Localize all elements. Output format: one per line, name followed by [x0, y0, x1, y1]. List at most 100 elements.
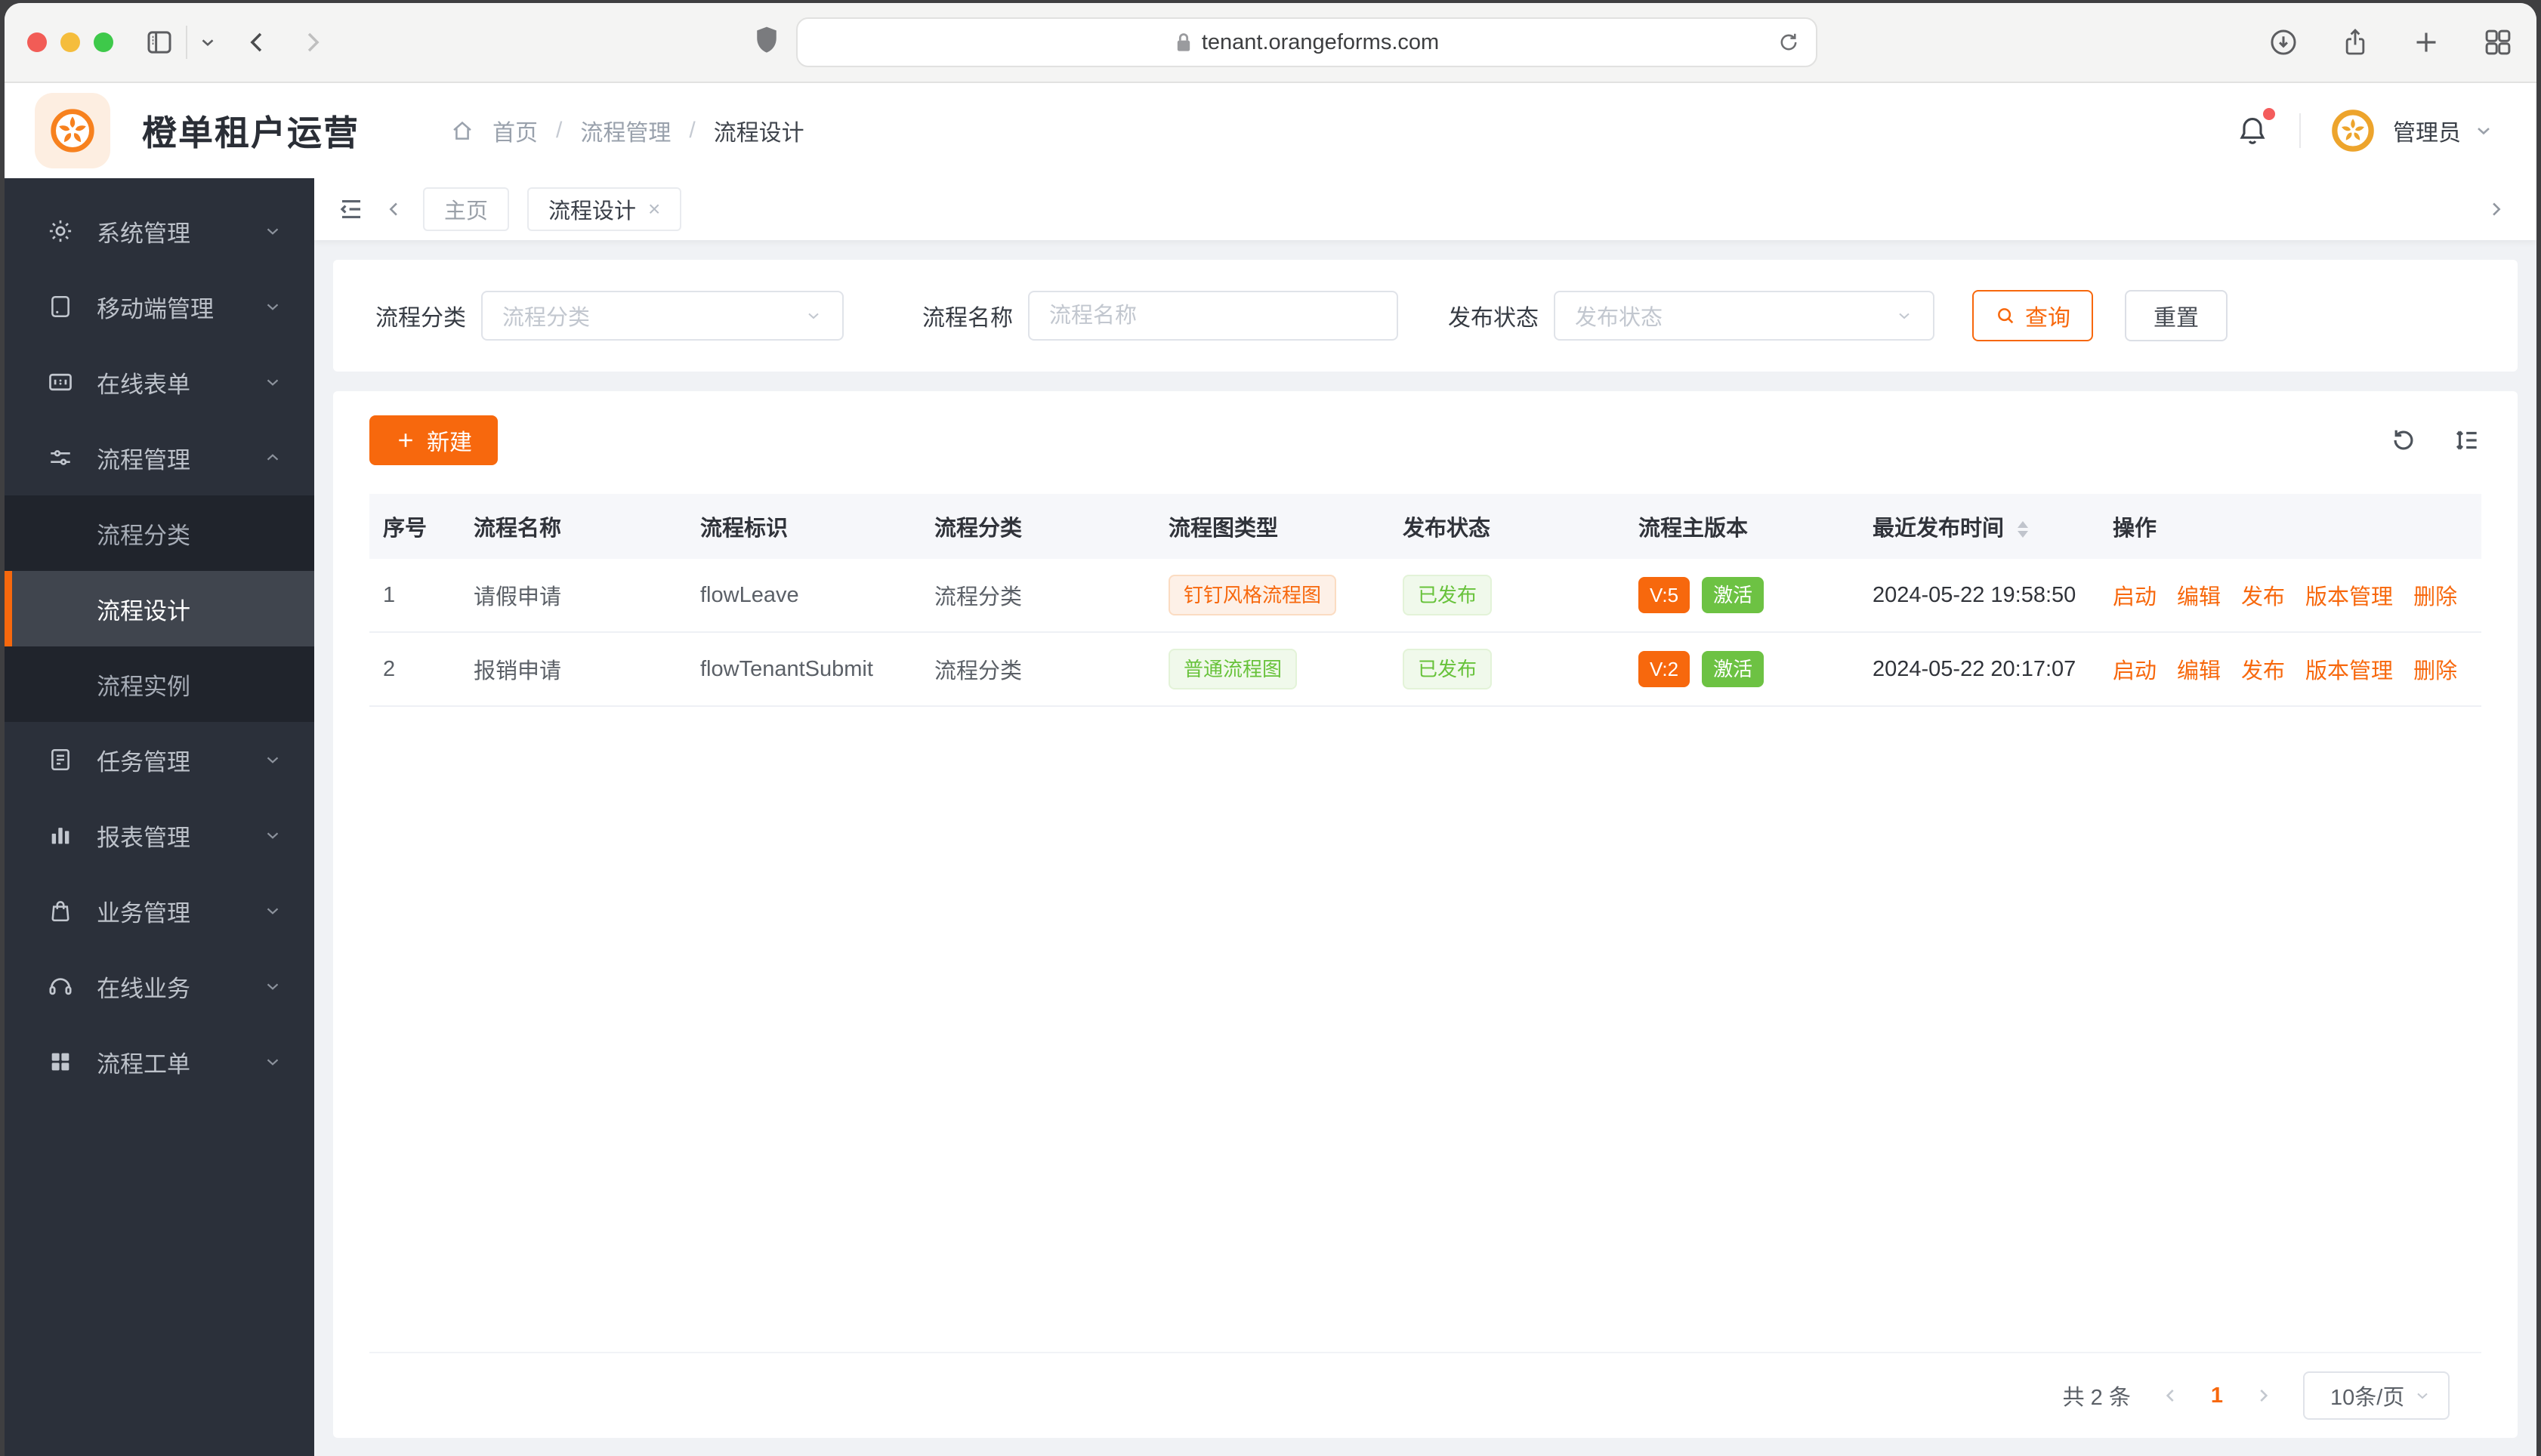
column-header: 流程主版本 [1638, 517, 1749, 541]
edit-action-link[interactable]: 编辑 [2177, 579, 2221, 611]
user-avatar[interactable] [2331, 109, 2375, 153]
tab-overview-icon[interactable] [2482, 26, 2514, 58]
sidebar-item-flow-category[interactable]: 流程分类 [5, 495, 314, 571]
prev-page-icon[interactable] [2161, 1386, 2181, 1405]
status-select[interactable]: 发布状态 [1554, 291, 1934, 341]
sidebar-item-system[interactable]: 系统管理 [5, 193, 314, 269]
plus-icon [395, 430, 416, 451]
headset-icon [47, 973, 74, 1000]
downloads-icon[interactable] [2268, 26, 2299, 58]
new-tab-icon[interactable] [2411, 27, 2441, 57]
chevron-down-icon [263, 297, 283, 316]
category-select[interactable]: 流程分类 [481, 291, 844, 341]
browser-toolbar: tenant.orangeforms.com [5, 3, 2536, 83]
next-page-icon[interactable] [2253, 1386, 2273, 1405]
table-empty-space [369, 707, 2481, 1352]
close-tab-icon[interactable]: × [648, 199, 660, 220]
query-button[interactable]: 查询 [1972, 290, 2093, 341]
sidebar-item-business[interactable]: 业务管理 [5, 873, 314, 949]
publish-action-link[interactable]: 发布 [2241, 653, 2285, 685]
delete-action-link[interactable]: 删除 [2413, 653, 2457, 685]
tab-scroll-right-icon[interactable] [2485, 199, 2506, 220]
sidebar-item-label: 移动端管理 [97, 295, 214, 322]
total-count: 共 2 条 [2062, 1386, 2131, 1410]
app-logo [35, 93, 110, 168]
version-manage-action-link[interactable]: 版本管理 [2305, 653, 2393, 685]
chevron-down-icon [263, 825, 283, 845]
tab-scroll-left-icon[interactable] [384, 199, 405, 220]
publish-action-link[interactable]: 发布 [2241, 579, 2285, 611]
chevron-up-icon [263, 448, 283, 467]
user-name[interactable]: 管理员 [2393, 114, 2461, 147]
page-size-select[interactable]: 10条/页 [2303, 1371, 2450, 1420]
sidebar-item-label: 在线业务 [97, 975, 190, 1002]
sidebar-item-task[interactable]: 任务管理 [5, 722, 314, 797]
zoom-window-button[interactable] [94, 32, 113, 52]
filter-name-label: 流程名称 [922, 306, 1013, 331]
app-header: 橙单租户运营 首页 / 流程管理 / 流程设计 管理员 [5, 83, 2536, 178]
sidebar-item-label: 在线表单 [97, 371, 190, 398]
bar-chart-icon [47, 822, 74, 849]
sidebar-item-online-form[interactable]: 在线表单 [5, 344, 314, 420]
breadcrumb-separator: / [556, 118, 563, 143]
forward-button[interactable] [298, 28, 326, 57]
notification-badge [2263, 108, 2275, 120]
close-window-button[interactable] [27, 32, 47, 52]
reload-icon[interactable] [1777, 30, 1801, 54]
sidebar-item-flow-design[interactable]: 流程设计 [5, 571, 314, 646]
start-action-link[interactable]: 启动 [2113, 579, 2157, 611]
tab-home[interactable]: 主页 [423, 187, 510, 231]
minimize-window-button[interactable] [60, 32, 80, 52]
select-placeholder: 流程分类 [502, 306, 591, 330]
refresh-icon[interactable] [2389, 426, 2418, 455]
page-number[interactable]: 1 [2211, 1384, 2223, 1408]
sidebar-item-mobile[interactable]: 移动端管理 [5, 269, 314, 344]
query-button-label: 查询 [2025, 306, 2070, 331]
tab-flow-design[interactable]: 流程设计 × [527, 187, 682, 231]
privacy-shield-icon[interactable] [754, 26, 780, 60]
sidebar-item-label: 报表管理 [97, 824, 190, 851]
version-chip: V:2 [1638, 650, 1690, 688]
column-settings-icon[interactable] [2453, 426, 2481, 455]
sidebar: 系统管理 移动端管理 在线表单 流程管理 流程分类 流程设计 流程实例 任务管理… [5, 178, 314, 1456]
chevron-down-icon [263, 976, 283, 996]
column-header-label: 最近发布时间 [1873, 517, 2005, 541]
breadcrumb-item-flow[interactable]: 流程管理 [580, 114, 671, 147]
back-button[interactable] [243, 28, 272, 57]
header-divider [2299, 113, 2301, 148]
breadcrumb: 首页 / 流程管理 / 流程设计 [450, 114, 804, 147]
flow-table-panel: 新建 序号 流程名称 流程标识 流程分类 流程图类型 发布状态 流程主版本 最近… [333, 391, 2518, 1438]
breadcrumb-item-home[interactable]: 首页 [492, 114, 538, 147]
flow-name-input[interactable] [1028, 291, 1398, 341]
url-bar[interactable]: tenant.orangeforms.com [796, 17, 1817, 67]
create-button[interactable]: 新建 [369, 415, 498, 465]
sort-caret-down-icon[interactable] [2018, 531, 2029, 538]
notifications-bell-icon[interactable] [2236, 108, 2275, 147]
sidebar-item-flow-instance[interactable]: 流程实例 [5, 646, 314, 722]
reset-button[interactable]: 重置 [2125, 290, 2228, 341]
collapse-menu-icon[interactable] [337, 195, 366, 224]
main-area: 主页 流程设计 × 流程分类 流程分类 流程名称 发布状态 [314, 178, 2536, 1456]
start-action-link[interactable]: 启动 [2113, 653, 2157, 685]
chevron-down-icon [263, 221, 283, 241]
cell-flow-key: flowTenantSubmit [700, 656, 873, 681]
sidebar-toggle-icon[interactable] [144, 26, 175, 58]
mobile-icon [47, 293, 74, 320]
document-icon [47, 746, 74, 773]
sidebar-chevron-down-icon[interactable] [198, 32, 218, 52]
diagram-type-tag: 普通流程图 [1169, 648, 1298, 690]
sort-caret-up-icon[interactable] [2018, 521, 2029, 529]
sidebar-item-flow-management[interactable]: 流程管理 [5, 420, 314, 495]
share-icon[interactable] [2340, 26, 2370, 58]
sidebar-item-online-business[interactable]: 在线业务 [5, 949, 314, 1024]
sidebar-item-report[interactable]: 报表管理 [5, 797, 314, 873]
delete-action-link[interactable]: 删除 [2413, 579, 2457, 611]
edit-action-link[interactable]: 编辑 [2177, 653, 2221, 685]
version-manage-action-link[interactable]: 版本管理 [2305, 579, 2393, 611]
address-zone: tenant.orangeforms.com [326, 17, 2245, 67]
version-chip: V:5 [1638, 576, 1690, 614]
page-size-value: 10条/页 [2330, 1386, 2405, 1410]
sidebar-subitem-label: 流程实例 [97, 673, 190, 700]
user-menu-chevron-down-icon[interactable] [2473, 120, 2494, 141]
sidebar-item-work-order[interactable]: 流程工单 [5, 1024, 314, 1100]
